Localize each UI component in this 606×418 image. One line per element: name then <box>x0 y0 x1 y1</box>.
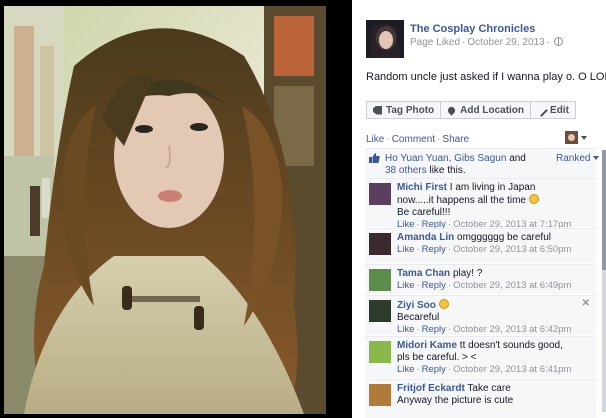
ufi-dot: · <box>437 134 441 145</box>
comment-text: Take care <box>467 383 511 394</box>
comment-like-link[interactable]: Like <box>397 280 414 291</box>
likes-and: and <box>509 153 526 164</box>
share-link[interactable]: Share <box>442 134 469 145</box>
viewer-avatar[interactable] <box>565 131 578 144</box>
comment-author[interactable]: Tama Chan <box>397 268 450 279</box>
add-location-label: Add Location <box>460 104 525 116</box>
edit-label: Edit <box>550 104 569 116</box>
post-header: The Cosplay Chronicles Page Liked · Octobe… <box>366 20 601 60</box>
comment-reply-link[interactable]: Reply <box>422 244 446 255</box>
meta-dot: · <box>416 280 420 291</box>
meta-dot: · <box>546 37 551 48</box>
comment-body: Ziyi Soo Becareful Like · Reply · October 29… <box>397 299 572 336</box>
meta-dot: · <box>462 37 466 48</box>
comment-text: omgggggg be careful <box>457 232 551 243</box>
comment-text: Be careful!!! <box>397 207 451 218</box>
comment-item: Tama Chan play! ? Like · Reply · October 29,… <box>365 264 596 294</box>
comment-reply-link[interactable]: Reply <box>422 280 446 291</box>
comment-body: Midori Kame tt doesn't sounds good, pls … <box>397 340 572 376</box>
comment-time[interactable]: October 29, 2013 at 6:49pm <box>453 280 571 291</box>
frown-emoji-icon <box>438 299 449 309</box>
comment-body: Amanda Lin omgggggg be careful Like · Repl… <box>397 232 572 256</box>
comment-like-link[interactable]: Like <box>397 244 414 255</box>
comment-author[interactable]: Midori Kame <box>397 340 457 351</box>
location-pin-icon <box>446 104 457 116</box>
meta-dot: · <box>416 324 420 335</box>
tag-photo-label: Tag Photo <box>386 104 435 116</box>
tag-icon <box>373 105 382 115</box>
comment-body: Michi First I am living in Japan now....… <box>397 182 572 231</box>
comment-time[interactable]: October 29, 2013 at 6:50pm <box>453 244 571 255</box>
post-date[interactable]: October 29, 2013 <box>467 37 544 48</box>
comment-body: Tama Chan play! ? Like · Reply · October 29,… <box>397 268 572 292</box>
meta-dot: · <box>447 324 452 335</box>
add-location-button[interactable]: Add Location <box>440 101 532 119</box>
comment-text: Becareful <box>397 312 440 323</box>
scrollbar-thumb[interactable] <box>602 150 606 270</box>
comment-item: Amanda Lin omgggggg be careful Like · Repl… <box>365 228 596 263</box>
comment-time[interactable]: October 29, 2013 at 6:41pm <box>453 364 571 375</box>
meta-dot: · <box>447 364 452 375</box>
comment-author[interactable]: Fritjof Eckardt <box>397 383 465 394</box>
comment-like-link[interactable]: Like <box>397 324 414 335</box>
thumbs-up-icon <box>369 153 380 163</box>
ufi-links: Like · Comment · Share <box>366 134 469 145</box>
comment-author[interactable]: Michi First <box>397 182 447 193</box>
worried-emoji-icon <box>528 194 539 204</box>
pencil-icon <box>535 103 548 117</box>
comment-reply-link[interactable]: Reply <box>422 364 446 375</box>
page-name-link[interactable]: The Cosplay Chronicles <box>410 23 535 35</box>
comment-meta: Like · Reply · October 29, 2013 at 6:42pm <box>397 324 572 336</box>
commenter-avatar[interactable] <box>369 269 391 291</box>
likes-suffix: like this. <box>429 165 466 176</box>
comment-meta: Like · Reply · October 29, 2013 at 6:50pm <box>397 244 572 256</box>
photo-viewer <box>0 0 352 418</box>
comment-item: Michi First I am living in Japan now....… <box>365 178 596 230</box>
meta-dot: · <box>447 280 452 291</box>
page-liked-label[interactable]: Page Liked <box>410 37 460 48</box>
comment-author[interactable]: Ziyi Soo <box>397 300 436 311</box>
comments-scrollbar[interactable] <box>602 150 606 412</box>
like-link[interactable]: Like <box>366 134 384 145</box>
comment-author[interactable]: Amanda Lin <box>397 232 454 243</box>
globe-icon[interactable] <box>554 37 564 46</box>
ranked-dropdown[interactable]: Ranked <box>556 153 599 164</box>
commenter-avatar[interactable] <box>369 384 391 406</box>
likes-others-link[interactable]: 38 others <box>385 165 427 176</box>
post-photo[interactable] <box>4 6 326 414</box>
post-side-panel: The Cosplay Chronicles Page Liked · Octobe… <box>352 0 606 418</box>
comment-item: Ziyi Soo Becareful Like · Reply · October 29… <box>365 295 596 335</box>
close-icon[interactable]: ✕ <box>582 298 590 309</box>
comment-like-link[interactable]: Like <box>397 364 414 375</box>
comment-text: Anyway the picture is cute <box>397 395 514 406</box>
comment-time[interactable]: October 29, 2013 at 6:42pm <box>453 324 571 335</box>
edit-button[interactable]: Edit <box>530 101 576 119</box>
ufi-dot: · <box>386 134 390 145</box>
comment-item: Midori Kame tt doesn't sounds good, pls … <box>365 336 596 378</box>
comment-body: Fritjof Eckardt Take care Anyway the pic… <box>397 383 572 407</box>
likes-text: Ho Yuan Yuan, Gibs Sagun and 38 others l… <box>385 153 535 177</box>
comment-meta: Like · Reply · October 29, 2013 at 6:49pm <box>397 280 572 292</box>
post-caption: Random uncle just asked if I wanna play … <box>366 71 606 83</box>
meta-dot: · <box>447 244 452 255</box>
comment-link[interactable]: Comment <box>392 134 435 145</box>
comment-text: play! ? <box>452 268 483 279</box>
commenter-avatar[interactable] <box>369 341 391 363</box>
comment-item: Fritjof Eckardt Take care Anyway the pic… <box>365 379 596 418</box>
tag-photo-button[interactable]: Tag Photo <box>366 101 442 119</box>
likers-names[interactable]: Ho Yuan Yuan, Gibs Sagun <box>385 153 506 164</box>
meta-dot: · <box>416 364 420 375</box>
photo-actions: Tag Photo Add Location Edit <box>366 101 576 119</box>
commenter-avatar[interactable] <box>369 300 391 322</box>
commenter-avatar[interactable] <box>369 233 391 255</box>
comment-meta: Like · Reply · October 29, 2013 at 6:41pm <box>397 364 572 376</box>
likes-summary: Ho Yuan Yuan, Gibs Sagun and 38 others l… <box>365 148 596 178</box>
commenter-avatar[interactable] <box>369 183 391 205</box>
post-meta: Page Liked · October 29, 2013 · <box>410 37 564 48</box>
comment-reply-link[interactable]: Reply <box>422 324 446 335</box>
meta-dot: · <box>416 244 420 255</box>
page-avatar[interactable] <box>366 20 404 58</box>
chevron-down-icon[interactable] <box>581 136 587 140</box>
